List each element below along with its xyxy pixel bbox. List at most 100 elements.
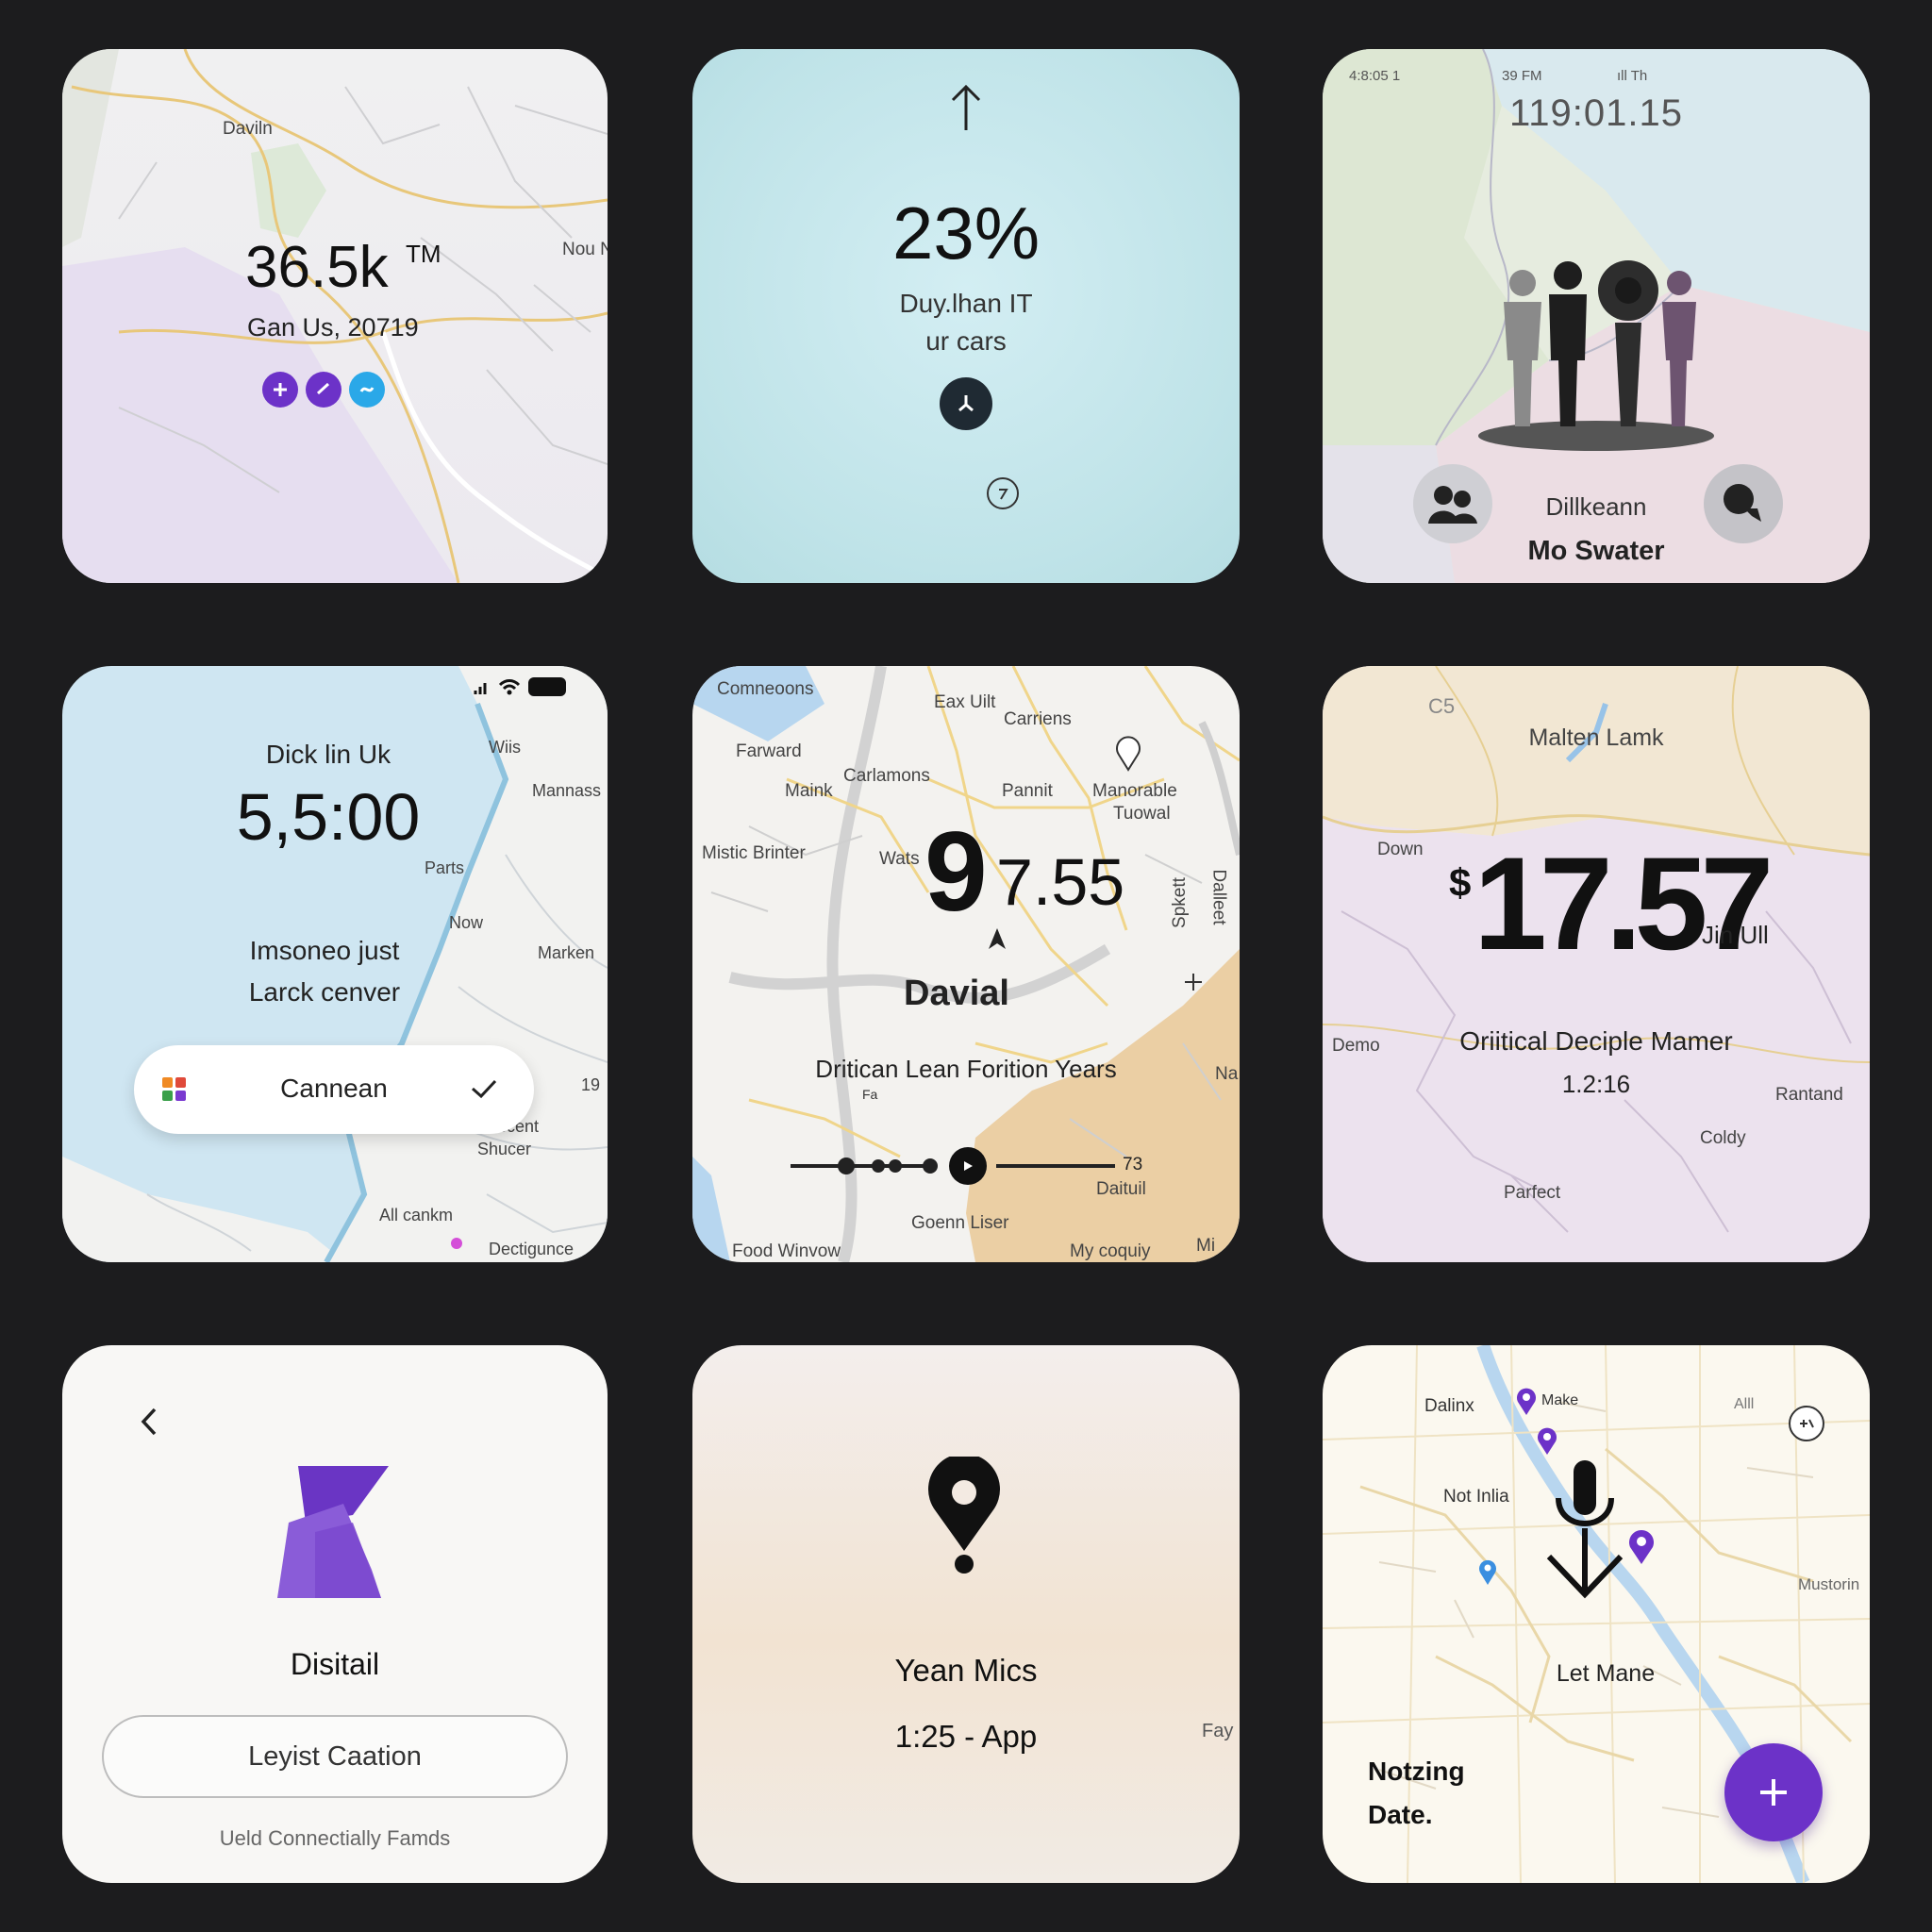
map-label: Parts bbox=[425, 858, 465, 877]
check-icon bbox=[472, 1079, 497, 1099]
profile-card[interactable]: 4:8:05 1 39 FM ıll Th 119:01.15 Dillkean… bbox=[1323, 49, 1870, 583]
signal-icon bbox=[474, 679, 491, 696]
map-label: Down bbox=[1377, 840, 1424, 859]
edge-label: Fay bbox=[1202, 1721, 1234, 1741]
metric-subtitle: Gan Us, 20719 bbox=[247, 313, 419, 341]
map-label: Manorable bbox=[1092, 781, 1177, 801]
map-title-line-1: Notzing bbox=[1368, 1757, 1465, 1786]
percentage-line-1: Duy.lhan IT bbox=[899, 289, 1033, 318]
app-footer: Ueld Connectially Famds bbox=[219, 1826, 451, 1850]
primary-button-label: Leyist Caation bbox=[248, 1741, 422, 1772]
map-label: Not Inlia bbox=[1443, 1487, 1509, 1507]
price-value: 17.57 bbox=[1474, 829, 1774, 977]
map-label: My coquiy bbox=[1070, 1241, 1151, 1261]
map-label: All cankm bbox=[379, 1206, 454, 1224]
status-left: 4:8:05 1 bbox=[1349, 68, 1401, 84]
price-unit: Jin Ull bbox=[1702, 921, 1769, 949]
app-title: Disitail bbox=[290, 1647, 380, 1681]
location-subtitle: Dritican Lean Forition Years bbox=[815, 1055, 1117, 1083]
map-label: Comneoons bbox=[717, 679, 814, 699]
clock-readout: 119:01.15 bbox=[1509, 92, 1683, 134]
map-label: Dectigunce bbox=[489, 1240, 575, 1258]
map-label: Make bbox=[1541, 1392, 1579, 1408]
map-label: Shucer bbox=[477, 1140, 532, 1158]
map-title-line-2: Date. bbox=[1368, 1800, 1433, 1829]
time-card[interactable]: Dick lin Uk 5,5:00 Imsoneo just Larck ce… bbox=[62, 666, 608, 1262]
map-label: Eax Uilt bbox=[934, 692, 996, 712]
location-name: Davial bbox=[904, 974, 1009, 1013]
map-pin-icon[interactable] bbox=[1477, 1558, 1498, 1587]
percentage-card[interactable]: 23% Duy.lhan IT ur cars bbox=[692, 49, 1240, 583]
app-logo-icon bbox=[277, 1466, 389, 1598]
profile-name: Dillkeann bbox=[1545, 492, 1647, 521]
map-label: Dalinx bbox=[1424, 1396, 1474, 1416]
map-label: Malten Lamk bbox=[1528, 724, 1664, 751]
map-label: Pannit bbox=[1002, 781, 1053, 801]
time-line-2: Larck cenver bbox=[248, 977, 401, 1007]
map-label: Food Winvow bbox=[732, 1241, 841, 1261]
arrow-up-icon[interactable] bbox=[947, 81, 985, 134]
profile-title: Mo Swater bbox=[1527, 536, 1665, 566]
price-card[interactable]: C5 Malten Lamk Down Demo Rantand Coldy P… bbox=[1323, 666, 1870, 1262]
location-title: Yean Mics bbox=[894, 1653, 1038, 1688]
help-icon[interactable] bbox=[987, 477, 1019, 509]
map-label: Wats bbox=[879, 849, 920, 869]
navigation-card[interactable]: Comneoons Eax Uilt Carriens Farward Carl… bbox=[692, 666, 1240, 1262]
price-time: 1.2:16 bbox=[1561, 1070, 1631, 1098]
map-label: Coldy bbox=[1700, 1128, 1746, 1148]
map-pin-icon[interactable] bbox=[1515, 1387, 1538, 1417]
map-label: Daviln bbox=[223, 119, 273, 139]
plus-icon[interactable] bbox=[1724, 1743, 1823, 1841]
percentage-line-2: ur cars bbox=[925, 326, 1007, 356]
map-label: Mistic Brinter bbox=[702, 843, 806, 863]
percentage-value: 23% bbox=[891, 192, 1041, 275]
metric-card-value[interactable]: Daviln Nou N 36.5k TM Gan Us, 20719 bbox=[62, 49, 608, 583]
map-label: Mi bbox=[1196, 1236, 1216, 1256]
map-label: Alll bbox=[1734, 1396, 1755, 1412]
map-label: Maink bbox=[785, 781, 833, 801]
time-heading: Dick lin Uk bbox=[265, 740, 391, 769]
heading-digit: 9 bbox=[924, 808, 988, 935]
wifi-icon bbox=[498, 677, 521, 701]
map-label: Tuowal bbox=[1113, 804, 1171, 824]
map-area-label: Let Mane bbox=[1556, 1660, 1656, 1687]
location-subtitle-small: Fa bbox=[862, 1087, 878, 1102]
location-subtitle: 1:25 - App bbox=[894, 1719, 1038, 1754]
people-figures-icon bbox=[1478, 260, 1714, 451]
primary-button[interactable]: Leyist Caation bbox=[102, 1715, 568, 1798]
map-label: Mannass bbox=[532, 781, 602, 800]
battery-icon bbox=[528, 677, 566, 696]
microphone-icon[interactable] bbox=[1538, 1460, 1632, 1602]
time-value: 5,5:00 bbox=[236, 780, 421, 854]
map-label: 19 bbox=[581, 1075, 601, 1094]
metric-suffix: TM bbox=[406, 240, 441, 268]
plus-icon[interactable] bbox=[1183, 972, 1204, 992]
app-card[interactable]: Disitail Leyist Caation Ueld Connectiall… bbox=[62, 1345, 608, 1883]
download-arrow-icon bbox=[1546, 1528, 1624, 1599]
plus-icon[interactable] bbox=[262, 372, 298, 408]
time-line-1: Imsoneo just bbox=[249, 936, 400, 965]
location-card[interactable]: Yean Mics 1:25 - App Fay bbox=[692, 1345, 1240, 1883]
map-label: Parfect bbox=[1504, 1183, 1561, 1203]
back-chevron-icon[interactable] bbox=[138, 1406, 160, 1438]
location-pin-icon bbox=[928, 1457, 1000, 1574]
navigation-arrow-icon bbox=[989, 928, 1006, 949]
map-label: Wiis bbox=[489, 738, 521, 757]
play-icon[interactable] bbox=[949, 1147, 987, 1185]
pin-icon[interactable] bbox=[1115, 736, 1141, 772]
heading-value: 7.55 bbox=[996, 845, 1125, 919]
map-pin-icon[interactable] bbox=[1536, 1426, 1558, 1457]
map-label: Carlamons bbox=[843, 766, 930, 786]
playback-slider[interactable]: 73 bbox=[791, 1147, 1175, 1185]
slider-end-value: 73 bbox=[1123, 1155, 1143, 1174]
confirm-pill[interactable]: Cannean bbox=[134, 1045, 534, 1134]
map-label: Marken bbox=[538, 943, 595, 962]
check-icon[interactable] bbox=[306, 372, 341, 408]
map-label: Dalleet bbox=[1208, 869, 1229, 925]
map-label: Now bbox=[449, 913, 484, 932]
link-icon[interactable] bbox=[349, 372, 385, 408]
add-location-icon[interactable] bbox=[1789, 1406, 1824, 1441]
clock-icon[interactable] bbox=[940, 377, 992, 430]
map-label: Mustorin bbox=[1798, 1575, 1860, 1593]
map-voice-card[interactable]: Dalinx Make Alll Not Inlia Mustorin Let … bbox=[1323, 1345, 1870, 1883]
